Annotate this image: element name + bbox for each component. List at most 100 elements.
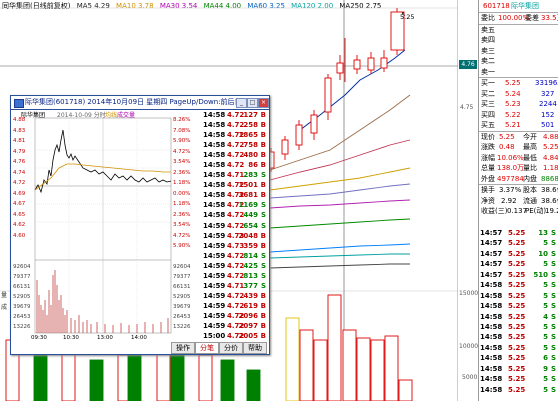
tick-row[interactable]: 14:59 4.72 439 B bbox=[201, 291, 268, 301]
tick-row[interactable]: 14:59 4.72 619 B bbox=[201, 301, 268, 311]
tick-row[interactable]: 14:57 5.25 5 S bbox=[478, 259, 558, 269]
buy-level-row: 买二 5.24 327 bbox=[481, 89, 555, 98]
ma-line-6 bbox=[269, 218, 411, 229]
tick-direction: S bbox=[550, 354, 556, 363]
axis-tick-label: 26453 bbox=[173, 314, 191, 320]
tick-row[interactable]: 14:59 4.72 813 S bbox=[201, 271, 268, 281]
tick-row[interactable]: 14:58 5.25 5 S bbox=[478, 301, 558, 311]
tick-time: 14:58 bbox=[203, 121, 226, 130]
axis-tick-label: 5.90% bbox=[173, 243, 191, 249]
tick-row[interactable]: 14:57 5.25 13 S bbox=[478, 228, 558, 238]
tick-row[interactable]: 14:57 5.25 510 S bbox=[478, 270, 558, 280]
volume-axis-tick: 5000 bbox=[462, 374, 478, 381]
tick-row[interactable]: 14:58 4.72 449 S bbox=[201, 210, 268, 220]
tick-volume: 654 bbox=[243, 221, 258, 230]
tick-time: 14:59 bbox=[203, 251, 226, 260]
tick-row[interactable]: 15:00 4.72 2005 B bbox=[201, 331, 268, 341]
popup-tick-list[interactable]: 14:58 4.72 127 B 14:58 4.72 258 B 14:58 4.72 1865 B… bbox=[201, 110, 268, 342]
tick-row[interactable]: 14:58 5.25 5 S bbox=[478, 280, 558, 290]
tick-direction: B bbox=[260, 161, 266, 170]
tick-row[interactable]: 14:59 4.72 814 S bbox=[201, 251, 268, 261]
stat-row: 换手3.37%股本38.6亿 bbox=[481, 186, 558, 194]
tick-price: 5.25 bbox=[508, 322, 526, 331]
tick-time: 14:57 bbox=[480, 229, 503, 237]
sell-level-row: 卖五 bbox=[481, 25, 495, 34]
ma-line-9 bbox=[269, 263, 410, 269]
axis-tick-label: 4.72% bbox=[173, 232, 191, 239]
tick-direction: B bbox=[260, 191, 266, 200]
tick-direction: S bbox=[260, 251, 266, 260]
stat-row: 涨幅 10.06% 最低 4.84 bbox=[481, 153, 558, 162]
tick-time: 14:58 bbox=[480, 354, 503, 363]
tick-row[interactable]: 14:58 5.25 6 S bbox=[478, 353, 558, 363]
tick-time: 14:58 bbox=[203, 131, 226, 140]
tick-row[interactable]: 14:57 5.25 10 S bbox=[478, 249, 558, 259]
tick-row[interactable]: 14:58 4.72 3681 B bbox=[201, 190, 268, 200]
tab-price-dist[interactable]: 分价 bbox=[219, 342, 243, 354]
tick-row[interactable]: 14:58 5.25 5 S bbox=[478, 385, 558, 395]
tick-price: 4.72 bbox=[227, 211, 245, 220]
tick-row[interactable]: 14:58 4.72 758 B bbox=[201, 140, 268, 150]
minimize-button[interactable]: _ bbox=[236, 98, 247, 108]
popup-title-bar[interactable]: 际华集团(601718) 2014年10月09日 星期四 PageUp/Down… bbox=[11, 96, 269, 110]
intraday-chart[interactable]: 际华集团 2014-10-09 分时 均线 成交量 4.88 4.83 4.81… bbox=[13, 110, 201, 342]
tick-direction: S bbox=[550, 302, 556, 311]
main-tick-list[interactable]: 14:57 5.25 13 S 14:57 5.25 5 S 14:57 5.25 10 S 14:57… bbox=[478, 228, 558, 395]
tick-row[interactable]: 14:57 5.25 5 S bbox=[478, 238, 558, 248]
tick-row[interactable]: 14:58 5.25 5 S bbox=[478, 322, 558, 332]
tick-time: 14:59 bbox=[203, 321, 226, 330]
tick-row[interactable]: 14:59 4.72 2097 B bbox=[201, 321, 268, 331]
tick-row[interactable]: 14:58 4.72 1865 B bbox=[201, 130, 268, 140]
tick-direction: S bbox=[550, 291, 556, 300]
tick-row[interactable]: 14:58 4.72 258 B bbox=[201, 120, 268, 130]
tab-help[interactable]: 帮助 bbox=[243, 342, 267, 354]
tick-row[interactable]: 14:58 4.72 86 B bbox=[201, 160, 268, 170]
close-button[interactable]: × bbox=[258, 98, 269, 108]
intraday-popup-window[interactable]: 际华集团(601718) 2014年10月09日 星期四 PageUp/Down… bbox=[10, 95, 270, 355]
tick-direction: S bbox=[550, 229, 556, 237]
tick-row[interactable]: 14:59 4.73 359 B bbox=[201, 241, 268, 251]
stat-row: 收益(三)0.137PE(动)19.2 bbox=[481, 207, 558, 215]
tick-row[interactable]: 14:59 4.73 2048 B bbox=[201, 231, 268, 241]
tick-direction: S bbox=[260, 171, 266, 180]
tick-volume: 2048 bbox=[238, 231, 258, 240]
tick-volume: 1501 bbox=[238, 181, 258, 190]
tick-row[interactable]: 14:58 4.72 1169 S bbox=[201, 200, 268, 210]
tick-direction: S bbox=[260, 271, 266, 280]
tick-direction: B bbox=[260, 291, 266, 300]
tick-direction: S bbox=[260, 281, 266, 290]
tick-row[interactable]: 14:58 5.25 5 S bbox=[478, 332, 558, 342]
tick-volume: 6 bbox=[543, 354, 548, 363]
axis-tick-label: 92604 bbox=[13, 264, 31, 270]
tick-row[interactable]: 14:58 5.25 5 S bbox=[478, 343, 558, 353]
tick-time: 14:59 bbox=[203, 241, 226, 250]
tick-row[interactable]: 14:58 4.72 480 B bbox=[201, 150, 268, 160]
tick-row[interactable]: 14:58 4.72 1501 B bbox=[201, 180, 268, 190]
tick-row[interactable]: 14:58 5.25 9 S bbox=[478, 364, 558, 374]
tick-price: 4.71 bbox=[227, 281, 245, 290]
tick-row[interactable]: 14:58 4.71 283 S bbox=[201, 170, 268, 180]
tick-row[interactable]: 14:59 4.72 425 S bbox=[201, 261, 268, 271]
tick-row[interactable]: 14:59 4.71 377 S bbox=[201, 281, 268, 291]
ma-line-7 bbox=[269, 243, 411, 253]
tick-direction: S bbox=[550, 239, 556, 248]
tab-ticks[interactable]: 分笔 bbox=[195, 342, 219, 354]
tick-time: 14:59 bbox=[203, 281, 226, 290]
axis-tick-label: 13226 bbox=[173, 324, 191, 330]
tick-time: 14:58 bbox=[480, 343, 503, 352]
tick-volume: 5 bbox=[543, 281, 548, 290]
tick-row[interactable]: 14:59 4.72 654 S bbox=[201, 221, 268, 231]
tick-row[interactable]: 14:58 5.25 5 S bbox=[478, 291, 558, 301]
axis-tick-label: 4.79 bbox=[13, 148, 26, 155]
tick-row[interactable]: 14:59 4.72 2096 B bbox=[201, 311, 268, 321]
tick-direction: S bbox=[260, 221, 266, 230]
tick-volume: 4 bbox=[543, 312, 548, 321]
tick-time: 14:58 bbox=[480, 281, 503, 290]
tab-operation[interactable]: 操作 bbox=[171, 342, 195, 354]
tick-price: 4.72 bbox=[227, 141, 245, 150]
tick-row[interactable]: 14:58 5.25 5 S bbox=[478, 374, 558, 384]
tick-volume: 127 bbox=[243, 111, 258, 119]
tick-row[interactable]: 14:58 4.72 127 B bbox=[201, 110, 268, 120]
tick-row[interactable]: 14:58 5.25 4 S bbox=[478, 312, 558, 322]
maximize-button[interactable]: □ bbox=[247, 98, 258, 108]
